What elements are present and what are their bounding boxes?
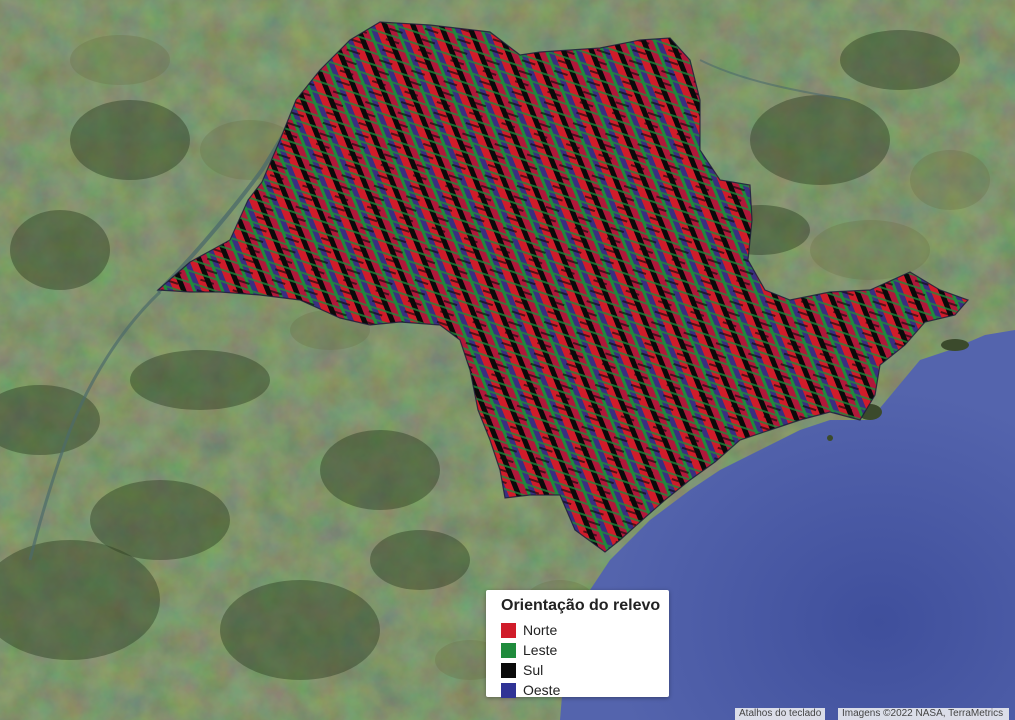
imagery-attribution: Imagens ©2022 NASA, TerraMetrics	[838, 708, 1009, 720]
legend-label-sul: Sul	[523, 662, 544, 678]
legend-item-oeste: Oeste	[501, 680, 661, 700]
legend-label-leste: Leste	[523, 642, 558, 658]
island-ilha-grande	[941, 339, 969, 351]
map-legend: Orientação do relevo Norte Leste Sul Oes…	[486, 590, 669, 700]
forest-patch	[750, 95, 890, 185]
keyboard-shortcuts-link[interactable]: Atalhos do teclado	[735, 708, 826, 720]
legend-item-sul: Sul	[501, 660, 661, 680]
farmland-patch	[810, 220, 930, 280]
legend-label-oeste: Oeste	[523, 682, 561, 698]
legend-swatch-leste	[501, 642, 516, 658]
legend-swatch-oeste	[501, 682, 516, 698]
forest-patch	[10, 210, 110, 290]
forest-patch	[840, 30, 960, 90]
small-island	[827, 435, 833, 441]
legend-item-leste: Leste	[501, 640, 661, 660]
legend-title: Orientação do relevo	[501, 597, 661, 614]
forest-patch	[130, 350, 270, 410]
farmland-patch	[70, 35, 170, 85]
legend-swatch-sul	[501, 662, 516, 678]
forest-patch	[70, 100, 190, 180]
legend-swatch-norte	[501, 622, 516, 638]
legend-label-norte: Norte	[523, 622, 558, 638]
farmland-patch	[910, 150, 990, 210]
forest-patch	[220, 580, 380, 680]
forest-patch	[90, 480, 230, 560]
legend-item-norte: Norte	[501, 620, 661, 640]
forest-patch	[370, 530, 470, 590]
forest-patch	[320, 430, 440, 510]
